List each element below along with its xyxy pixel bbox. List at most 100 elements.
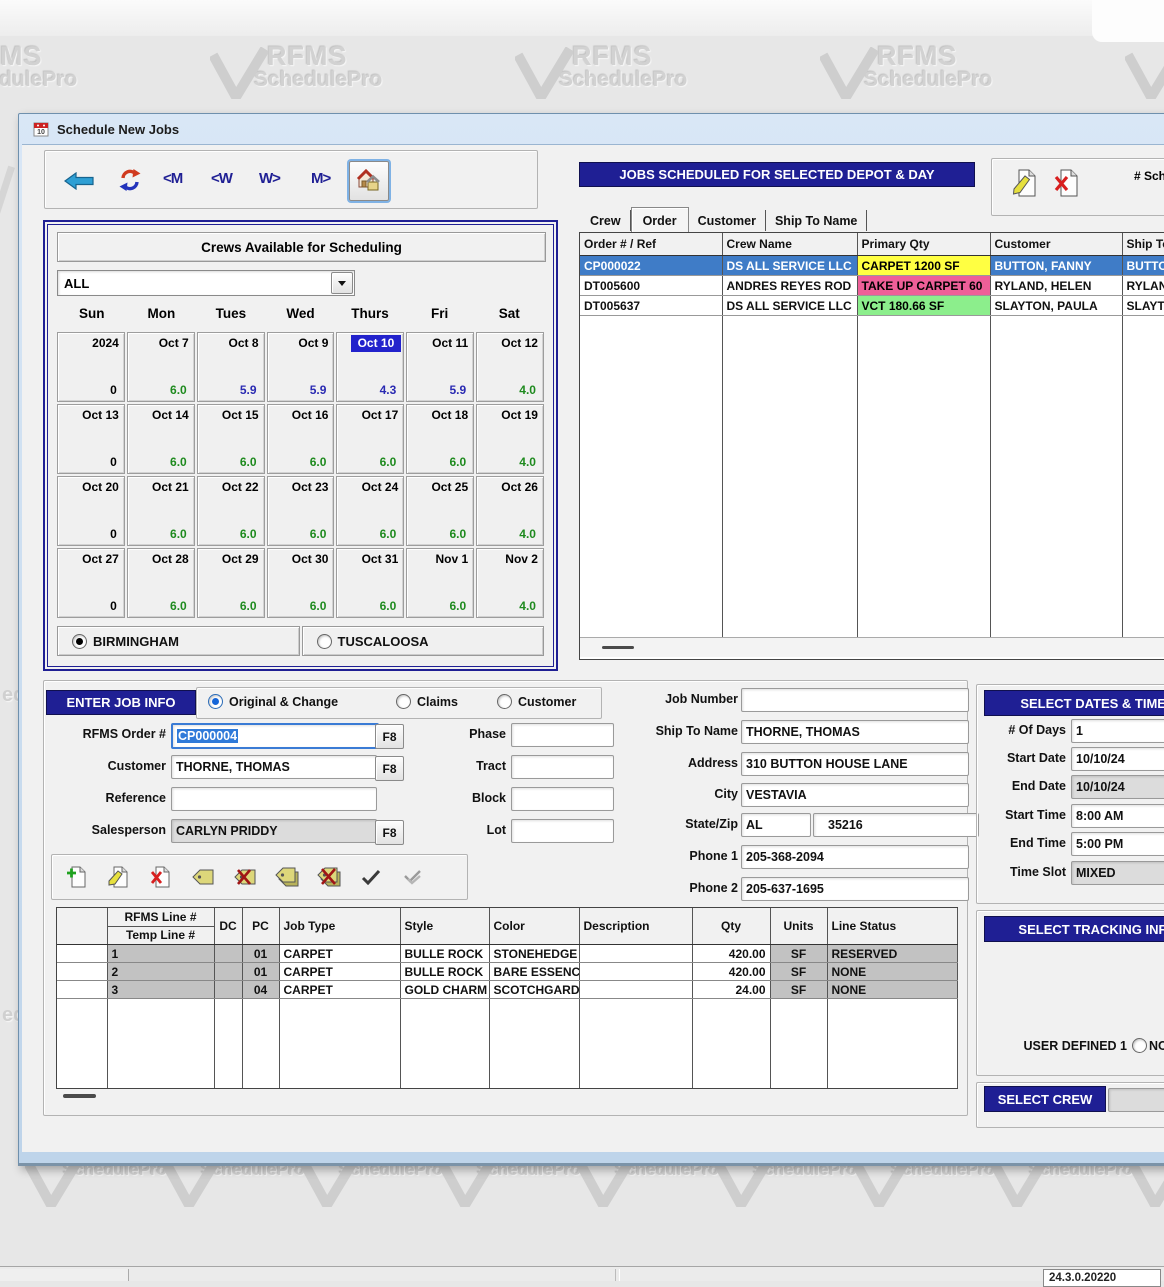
line-cell-units[interactable]: SF <box>770 981 827 999</box>
calendar-day-cell[interactable]: Oct 194.0 <box>476 404 544 474</box>
line-cell-dc[interactable] <box>214 945 242 963</box>
calendar-day-cell[interactable]: Oct 316.0 <box>336 548 404 618</box>
calendar-day-cell[interactable]: Oct 216.0 <box>127 476 195 546</box>
delete-line-icon[interactable] <box>148 863 174 891</box>
start-time-input[interactable]: 8:00 AM <box>1071 804 1164 828</box>
calendar-day-cell[interactable]: Nov 16.0 <box>406 548 474 618</box>
calendar-day-cell[interactable]: Oct 286.0 <box>127 548 195 618</box>
window-titlebar[interactable]: 10 Schedule New Jobs <box>19 114 1164 144</box>
calendar-day-cell[interactable]: Nov 24.0 <box>476 548 544 618</box>
line-cell-job_type[interactable]: CARPET <box>279 963 400 981</box>
calendar-day-cell[interactable]: Oct 264.0 <box>476 476 544 546</box>
calendar-day-cell[interactable]: Oct 76.0 <box>127 332 195 402</box>
delete-job-icon[interactable] <box>1054 169 1080 197</box>
jobs-cell-ship[interactable]: RYLAND, HELEN <box>1122 276 1164 296</box>
column-header-style[interactable]: Style <box>400 908 489 945</box>
line-cell-color[interactable]: BARE ESSENCE <box>489 963 579 981</box>
line-cell-qty[interactable]: 420.00 <box>692 963 770 981</box>
confirm-all-check-icon[interactable] <box>400 863 426 891</box>
calendar-day-cell[interactable]: 20240 <box>57 332 125 402</box>
lot-input[interactable] <box>511 819 614 843</box>
jobs-cell-crew[interactable]: ANDRES REYES ROD <box>722 276 857 296</box>
customer-input[interactable]: THORNE, THOMAS <box>171 755 377 779</box>
radio-icon[interactable] <box>317 634 332 649</box>
zip-input[interactable]: 35216 <box>813 813 979 837</box>
line-item-row[interactable]: 304CARPETGOLD CHARMSCOTCHGARD24.00SFNONE <box>57 981 957 999</box>
radio-icon[interactable] <box>497 694 512 709</box>
refresh-icon[interactable] <box>117 166 143 194</box>
line-cell-description[interactable] <box>579 981 692 999</box>
line-cell-pc[interactable]: 01 <box>242 945 279 963</box>
jobs-cell-qty[interactable]: VCT 180.66 SF <box>857 296 990 316</box>
line-item-row[interactable]: 201CARPETBULLE ROCKBARE ESSENCE420.00SFN… <box>57 963 957 981</box>
radio-original-and-change[interactable]: Original & Change <box>208 694 338 709</box>
line-cell-units[interactable]: SF <box>770 963 827 981</box>
column-header[interactable]: Customer <box>990 233 1122 256</box>
crew-input[interactable] <box>1108 1088 1164 1112</box>
jobs-table-row[interactable]: DT005600ANDRES REYES RODTAKE UP CARPET 6… <box>580 276 1164 296</box>
calendar-day-cell[interactable]: Oct 124.0 <box>476 332 544 402</box>
jobs-cell-customer[interactable]: RYLAND, HELEN <box>990 276 1122 296</box>
salesperson-f8-button[interactable]: F8 <box>375 820 404 845</box>
column-header[interactable]: Primary Qty <box>857 233 990 256</box>
line-cell-job_type[interactable]: CARPET <box>279 981 400 999</box>
scrollbar-thumb[interactable] <box>602 646 634 649</box>
calendar-day-cell[interactable]: Oct 166.0 <box>267 404 335 474</box>
line-cell-description[interactable] <box>579 945 692 963</box>
column-header-job-type[interactable]: Job Type <box>279 908 400 945</box>
calendar-day-cell[interactable]: Oct 296.0 <box>197 548 265 618</box>
jobs-table-row[interactable]: DT005637DS ALL SERVICE LLCVCT 180.66 SFS… <box>580 296 1164 316</box>
line-cell-style[interactable]: GOLD CHARM <box>400 981 489 999</box>
depot-option-tuscaloosa[interactable]: TUSCALOOSA <box>302 626 545 656</box>
calendar-day-cell[interactable]: Oct 156.0 <box>197 404 265 474</box>
num-days-input[interactable]: 1 <box>1071 719 1164 743</box>
jobs-table-hscrollbar[interactable] <box>580 637 1164 657</box>
prev-month-button[interactable]: <M <box>163 170 182 187</box>
calendar-day-cell[interactable]: Oct 95.9 <box>267 332 335 402</box>
line-cell-line[interactable]: 3 <box>107 981 214 999</box>
user-defined-radio[interactable] <box>1132 1038 1147 1053</box>
phone2-input[interactable]: 205-637-1695 <box>741 877 969 901</box>
calendar-day-cell[interactable]: Oct 146.0 <box>127 404 195 474</box>
state-input[interactable]: AL <box>741 813 811 837</box>
line-cell-blank[interactable] <box>57 981 107 999</box>
depot-option-birmingham[interactable]: BIRMINGHAM <box>57 626 300 656</box>
line-cell-color[interactable]: STONEHEDGE <box>489 945 579 963</box>
calendar-day-cell[interactable]: Oct 200 <box>57 476 125 546</box>
column-header[interactable]: Crew Name <box>722 233 857 256</box>
next-month-button[interactable]: M> <box>311 170 330 187</box>
jobs-cell-order[interactable]: DT005600 <box>580 276 722 296</box>
column-header-pc[interactable]: PC <box>242 908 279 945</box>
salesperson-input[interactable]: CARLYN PRIDDY <box>171 819 377 843</box>
tract-input[interactable] <box>511 755 614 779</box>
tab-customer[interactable]: Customer <box>689 210 766 231</box>
calendar-day-cell[interactable]: Oct 85.9 <box>197 332 265 402</box>
line-cell-pc[interactable]: 04 <box>242 981 279 999</box>
home-depot-view-button[interactable] <box>349 161 389 201</box>
tab-crew[interactable]: Crew <box>581 210 631 231</box>
calendar-day-cell[interactable]: Oct 246.0 <box>336 476 404 546</box>
tags-icon[interactable] <box>274 863 300 891</box>
line-cell-qty[interactable]: 24.00 <box>692 981 770 999</box>
job-number-input[interactable] <box>741 688 969 712</box>
address-input[interactable]: 310 BUTTON HOUSE LANE <box>741 752 969 776</box>
jobs-cell-order[interactable]: DT005637 <box>580 296 722 316</box>
calendar-day-cell[interactable]: Oct 256.0 <box>406 476 474 546</box>
column-header-description[interactable]: Description <box>579 908 692 945</box>
radio-icon[interactable] <box>72 634 87 649</box>
jobs-cell-ship[interactable]: SLAYTON, PAULA <box>1122 296 1164 316</box>
calendar-day-cell[interactable]: Oct 176.0 <box>336 404 404 474</box>
line-cell-status[interactable]: RESERVED <box>827 945 957 963</box>
line-cell-blank[interactable] <box>57 945 107 963</box>
reference-input[interactable] <box>171 787 377 811</box>
jobs-cell-crew[interactable]: DS ALL SERVICE LLC <box>722 256 857 276</box>
calendar-day-cell[interactable]: Oct 104.3 <box>336 332 404 402</box>
column-header-color[interactable]: Color <box>489 908 579 945</box>
column-header-line-status[interactable]: Line Status <box>827 908 957 945</box>
prev-week-button[interactable]: <W <box>211 170 232 187</box>
delete-tags-icon[interactable] <box>316 863 342 891</box>
column-header[interactable]: Order # / Ref <box>580 233 722 256</box>
phase-input[interactable] <box>511 723 614 747</box>
start-date-input[interactable]: 10/10/24 <box>1071 747 1164 771</box>
line-cell-blank[interactable] <box>57 963 107 981</box>
